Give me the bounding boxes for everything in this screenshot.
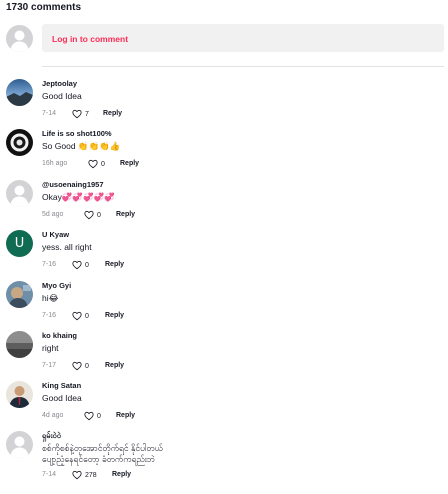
heart-icon xyxy=(84,411,94,421)
comment-username[interactable]: Life is so shot100% xyxy=(42,129,444,138)
comment-meta: 7-17 0 Reply xyxy=(42,360,444,372)
user-silhouette-icon xyxy=(10,185,29,207)
comment-meta: 7-14 7 Reply xyxy=(42,108,444,120)
like-count: 0 xyxy=(97,412,101,420)
comment-date: 4d ago xyxy=(42,412,64,419)
user-silhouette-icon xyxy=(10,30,29,52)
comment-date: 7-17 xyxy=(42,362,57,369)
like-button[interactable]: 0 xyxy=(72,310,89,322)
reply-button[interactable]: Reply xyxy=(105,261,124,268)
like-button[interactable]: 0 xyxy=(84,209,101,221)
like-button[interactable]: 0 xyxy=(72,259,89,271)
avatar[interactable] xyxy=(6,381,33,408)
like-button[interactable]: 0 xyxy=(84,410,101,422)
comment-username[interactable]: U Kyaw xyxy=(42,230,444,239)
comment-date: 7-16 xyxy=(42,261,57,268)
comment-text: Good Idea xyxy=(42,91,82,101)
avatar[interactable] xyxy=(6,180,33,207)
reply-button[interactable]: Reply xyxy=(105,312,124,319)
reply-button[interactable]: Reply xyxy=(103,110,122,117)
user-silhouette-icon xyxy=(10,436,29,458)
comment-meta: 16h ago 0 Reply xyxy=(42,158,444,170)
reply-button[interactable]: Reply xyxy=(120,160,139,167)
heart-icon xyxy=(72,109,82,119)
like-button[interactable]: 278 xyxy=(72,469,97,481)
badge-avatar-image xyxy=(6,129,33,156)
comment-username[interactable]: King Satan xyxy=(42,381,444,390)
comment-date: 7-14 xyxy=(42,471,57,478)
landscape-avatar-image xyxy=(6,79,33,106)
default-avatar xyxy=(6,25,33,52)
comment-text: Okay💞💞💞💞💞 xyxy=(42,192,115,202)
comment-meta: 5d ago 0 Reply xyxy=(42,209,444,221)
login-to-comment-box[interactable]: Log in to comment xyxy=(42,24,444,52)
heart-icon xyxy=(72,470,82,480)
comments-count-heading: 1730 comments xyxy=(6,2,82,13)
like-count: 0 xyxy=(85,312,89,320)
comment-text: hi😂 xyxy=(42,293,59,303)
comment-date: 5d ago xyxy=(42,211,64,218)
comment-text: ပျော့ညံ့နေရင်တော့ ခံတက်ကရည်းဘဲ xyxy=(42,454,156,464)
comment-meta: 7-16 0 Reply xyxy=(42,310,444,322)
avatar[interactable] xyxy=(6,431,33,458)
like-count: 0 xyxy=(85,362,89,370)
comment-username[interactable]: ko khaing xyxy=(42,331,444,340)
photo-avatar-image xyxy=(6,281,33,308)
avatar[interactable] xyxy=(6,129,33,156)
comment-meta: 4d ago 0 Reply xyxy=(42,410,444,422)
heart-icon xyxy=(72,361,82,371)
avatar-letter: U xyxy=(14,236,25,251)
avatar[interactable] xyxy=(6,281,33,308)
like-count: 0 xyxy=(101,160,105,168)
comment-username[interactable]: ရှမ်းဝဲဝဲ xyxy=(42,431,444,440)
reply-button[interactable]: Reply xyxy=(105,362,124,369)
comment-meta: 7-16 0 Reply xyxy=(42,259,444,271)
avatar[interactable] xyxy=(6,331,33,358)
comment-text: yess. all right xyxy=(42,242,92,252)
comment-username[interactable]: Myo Gyi xyxy=(42,281,444,290)
avatar[interactable] xyxy=(6,79,33,106)
heart-icon xyxy=(72,311,82,321)
street-avatar-image xyxy=(6,331,33,358)
comment-text: right xyxy=(42,343,59,353)
like-button[interactable]: 0 xyxy=(72,360,89,372)
comment-date: 7-14 xyxy=(42,110,57,117)
comment-meta: 7-14 278 Reply xyxy=(42,469,444,481)
like-count: 0 xyxy=(97,211,101,219)
comment-text: Good Idea xyxy=(42,393,82,403)
comment-text: So Good 👏👏👏👍 xyxy=(42,141,121,151)
portrait-avatar-image xyxy=(6,381,33,408)
reply-button[interactable]: Reply xyxy=(116,211,135,218)
like-count: 7 xyxy=(85,110,89,118)
login-to-comment-link[interactable]: Log in to comment xyxy=(52,34,128,44)
like-count: 0 xyxy=(85,261,89,269)
avatar[interactable]: U xyxy=(6,230,33,257)
login-row: Log in to comment xyxy=(6,24,444,54)
reply-button[interactable]: Reply xyxy=(116,412,135,419)
like-button[interactable]: 0 xyxy=(88,158,105,170)
comment-username[interactable]: Jeptoolay xyxy=(42,79,444,88)
heart-icon xyxy=(72,260,82,270)
divider xyxy=(42,66,444,67)
heart-icon xyxy=(84,210,94,220)
comment-date: 7-16 xyxy=(42,312,57,319)
reply-button[interactable]: Reply xyxy=(112,471,131,478)
like-button[interactable]: 7 xyxy=(72,108,89,120)
comment-text: စစ်ကိုစစ်နဲ့တုအောင်တိုက်ရင် နိုင်ပါတယ် xyxy=(42,443,163,453)
heart-icon xyxy=(88,159,98,169)
like-count: 278 xyxy=(85,471,97,479)
comment-username[interactable]: @usoenaing1957 xyxy=(42,180,444,189)
comment-date: 16h ago xyxy=(42,160,68,167)
